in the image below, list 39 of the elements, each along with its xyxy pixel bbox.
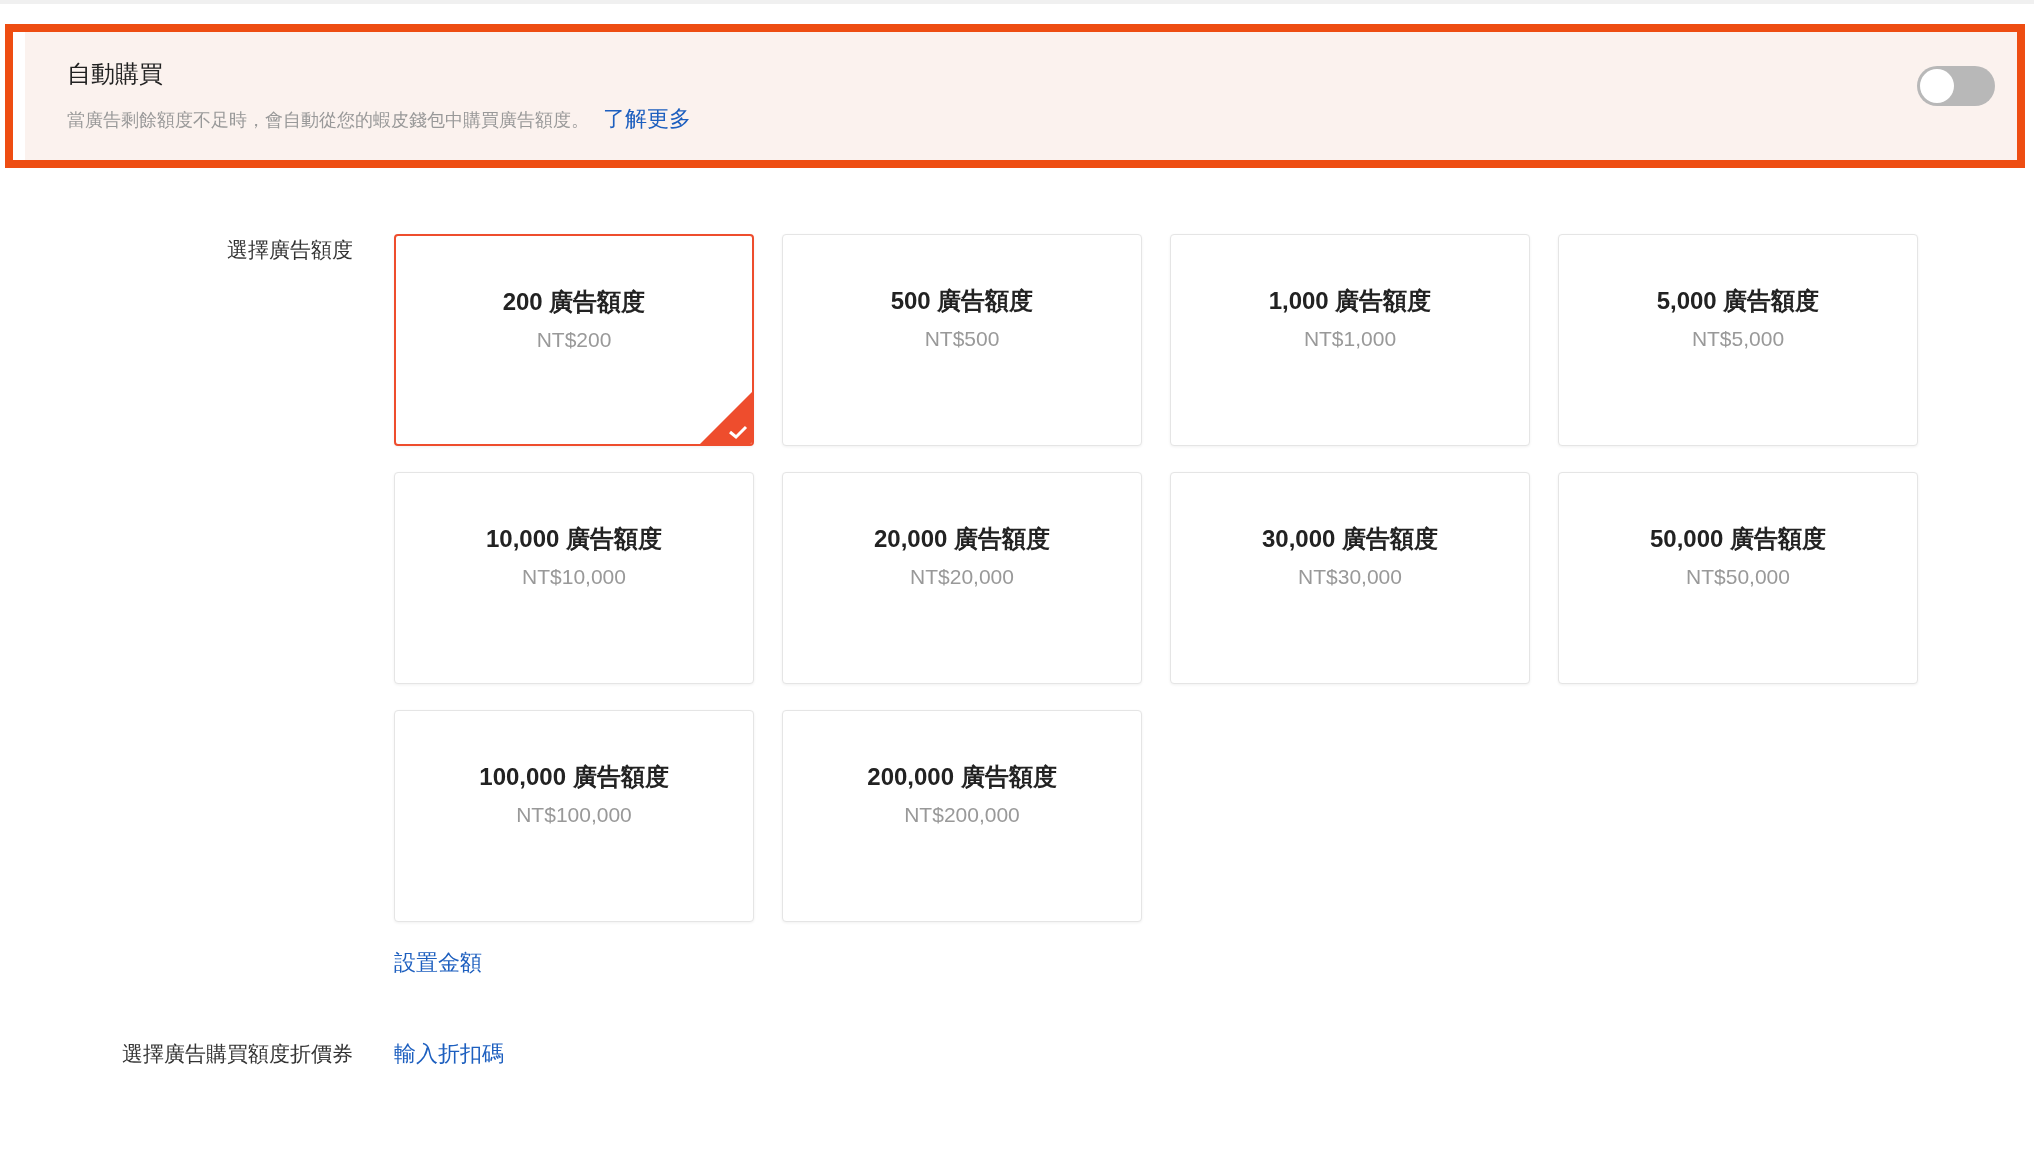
credit-price: NT$200,000 — [904, 803, 1020, 827]
credit-option-card[interactable]: 5,000 廣告額度 NT$5,000 — [1558, 234, 1918, 446]
credit-amount: 200,000 廣告額度 — [867, 762, 1057, 792]
credit-price: NT$1,000 — [1303, 327, 1397, 351]
credit-price: NT$200 — [536, 328, 612, 352]
credit-amount: 30,000 廣告額度 — [1261, 524, 1439, 554]
credit-option-card[interactable]: 10,000 廣告額度 NT$10,000 — [394, 472, 754, 684]
credit-amount: 20,000 廣告額度 — [873, 524, 1051, 554]
credit-section-label: 選擇廣告額度 — [226, 237, 353, 263]
credit-price: NT$500 — [924, 327, 1000, 351]
credit-amount: 5,000 廣告額度 — [1656, 286, 1820, 316]
credit-option-card[interactable]: 200 廣告額度 NT$200 — [394, 234, 754, 446]
credit-price: NT$30,000 — [1298, 565, 1402, 589]
set-amount-link[interactable]: 設置金額 — [394, 948, 482, 978]
credit-amount: 1,000 廣告額度 — [1268, 286, 1432, 316]
learn-more-link[interactable]: 了解更多 — [603, 104, 691, 134]
enter-discount-code-link[interactable]: 輸入折扣碼 — [394, 1039, 504, 1069]
credit-option-card[interactable]: 1,000 廣告額度 NT$1,000 — [1170, 234, 1530, 446]
credit-price: NT$20,000 — [910, 565, 1014, 589]
credit-amount: 500 廣告額度 — [890, 286, 1034, 316]
auto-purchase-toggle[interactable] — [1917, 66, 1995, 106]
credit-amount: 100,000 廣告額度 — [479, 762, 669, 792]
credit-price: NT$50,000 — [1686, 565, 1790, 589]
credit-option-card[interactable]: 20,000 廣告額度 NT$20,000 — [782, 472, 1142, 684]
credit-price: NT$5,000 — [1691, 327, 1785, 351]
auto-purchase-description: 當廣告剩餘額度不足時，會自動從您的蝦皮錢包中購買廣告額度。 — [67, 109, 589, 132]
credit-amount: 200 廣告額度 — [502, 287, 646, 317]
selected-check-icon — [700, 392, 752, 444]
credit-price: NT$10,000 — [522, 565, 626, 589]
auto-purchase-title: 自動購買 — [67, 59, 163, 89]
credit-option-card[interactable]: 50,000 廣告額度 NT$50,000 — [1558, 472, 1918, 684]
credit-option-card[interactable]: 200,000 廣告額度 NT$200,000 — [782, 710, 1142, 922]
voucher-section-label: 選擇廣告購買額度折價券 — [121, 1041, 353, 1067]
credit-price: NT$100,000 — [516, 803, 632, 827]
credit-option-card[interactable]: 500 廣告額度 NT$500 — [782, 234, 1142, 446]
credit-option-card[interactable]: 30,000 廣告額度 NT$30,000 — [1170, 472, 1530, 684]
credit-amount: 50,000 廣告額度 — [1649, 524, 1827, 554]
credit-option-card[interactable]: 100,000 廣告額度 NT$100,000 — [394, 710, 754, 922]
credit-amount: 10,000 廣告額度 — [485, 524, 663, 554]
